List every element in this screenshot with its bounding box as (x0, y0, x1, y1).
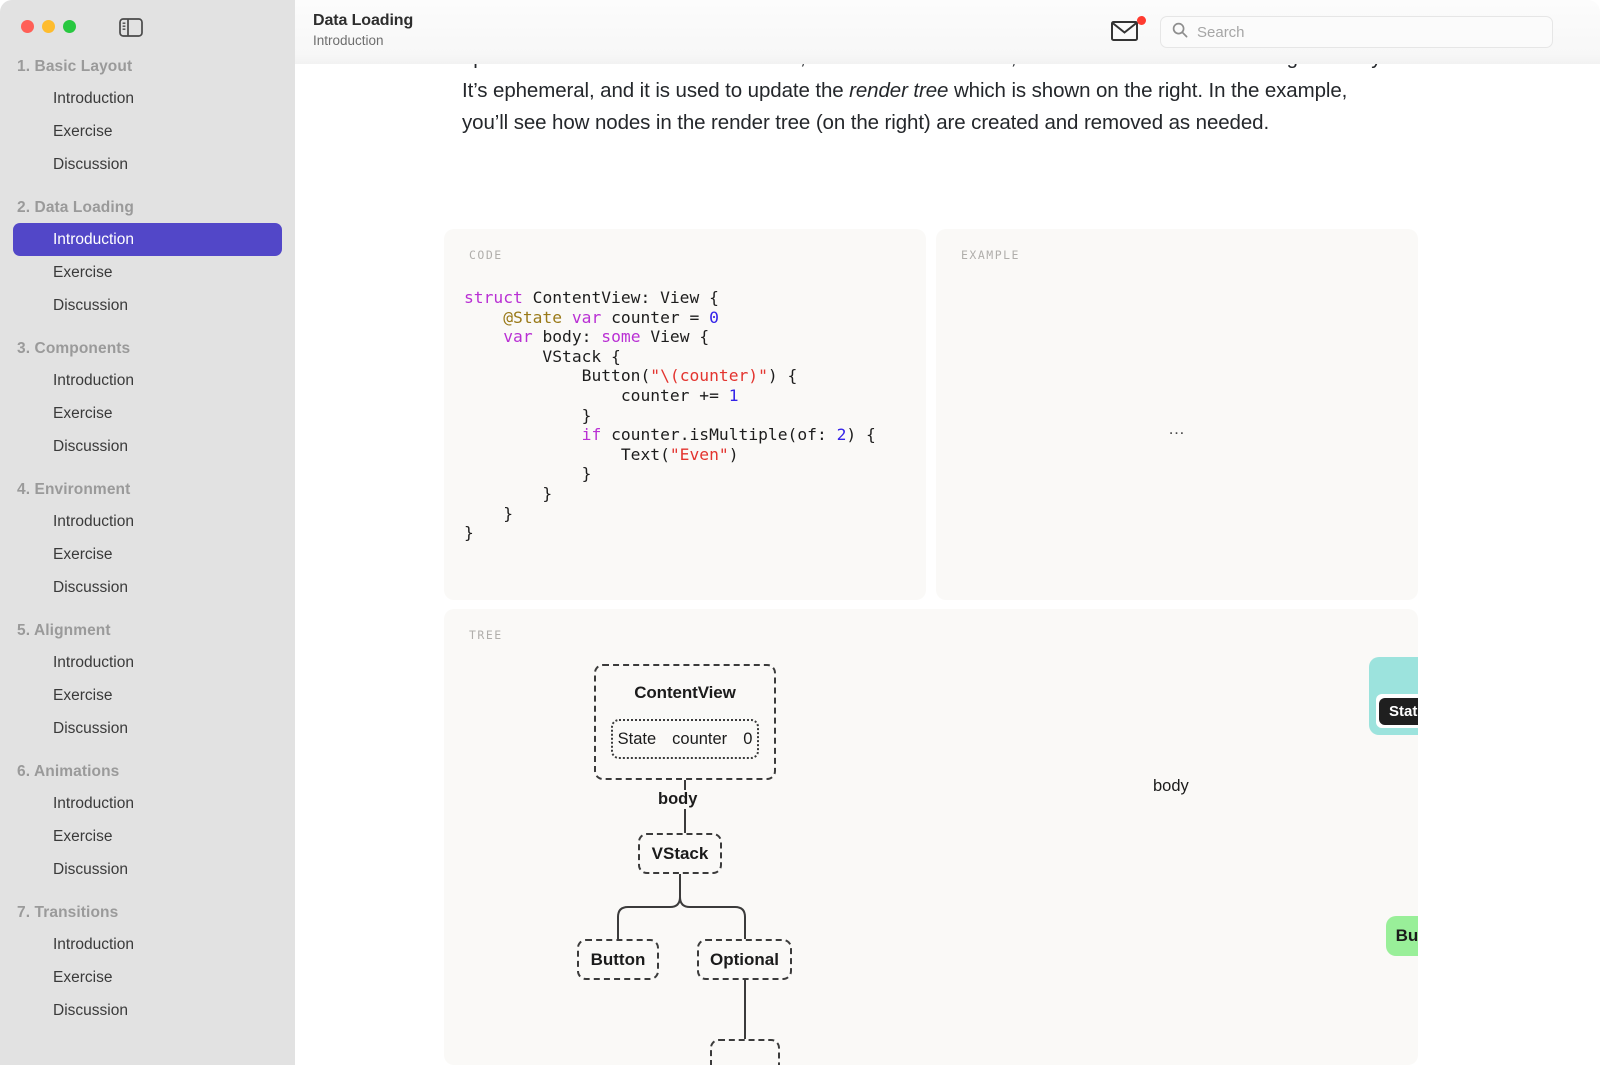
example-loading-placeholder: … (1168, 419, 1186, 438)
sidebar-item-discussion[interactable]: Discussion (13, 148, 282, 181)
view-tree-state-name: counter (672, 729, 728, 748)
sidebar-item-introduction[interactable]: Introduction (13, 928, 282, 961)
view-tree-state-pill: State counter 0 (611, 719, 759, 759)
prose-emphasis-render-tree: render tree (849, 78, 949, 102)
minimize-window-button[interactable] (42, 20, 55, 33)
sidebar-item-introduction[interactable]: Introduction (13, 646, 282, 679)
view-tree-partial-node[interactable] (710, 1039, 780, 1065)
view-tree-contentview-node[interactable]: ContentView State counter 0 (594, 664, 776, 780)
sidebar-item-discussion[interactable]: Discussion (13, 571, 282, 604)
view-tree-optional-node[interactable]: Optional (697, 939, 792, 980)
sidebar-toggle-icon[interactable] (119, 18, 143, 37)
sidebar-section-title: 6. Animations (17, 763, 120, 780)
code-token: 1 (728, 385, 739, 405)
traffic-lights (21, 20, 76, 33)
sidebar-section-title: 3. Components (17, 340, 131, 357)
code-token: "Even" (669, 444, 729, 464)
sidebar-item-exercise[interactable]: Exercise (13, 538, 282, 571)
sidebar-section-title: 1. Basic Layout (17, 58, 133, 75)
close-window-button[interactable] (21, 20, 34, 33)
code-panel: CODE struct ContentView: View { @State v… (444, 229, 926, 600)
render-tree-contentview-node[interactable]: ContentView State counter 0 (1369, 657, 1418, 735)
code-token: var (571, 307, 602, 327)
sidebar-item-exercise[interactable]: Exercise (13, 820, 282, 853)
content-area: updated in the render tree. On the left,… (295, 0, 1600, 1065)
sidebar-item-exercise[interactable]: Exercise (13, 961, 282, 994)
sidebar-section-title: 2. Data Loading (17, 199, 134, 216)
view-tree-body-edge-label: body (658, 790, 698, 808)
tree-panel: TREE ContentView State counter 0 body VS… (444, 609, 1418, 1065)
code-block: struct ContentView: View { @State var co… (464, 288, 876, 543)
view-tree-state-tag: State (617, 729, 657, 748)
sidebar-item-exercise[interactable]: Exercise (13, 397, 282, 430)
sidebar-item-discussion[interactable]: Discussion (13, 712, 282, 745)
view-tree-contentview-title: ContentView (634, 683, 736, 702)
code-token: var (503, 327, 533, 347)
tree-diagram: ContentView State counter 0 body VStack … (444, 609, 1418, 1065)
render-tree-state-tag: State (1379, 697, 1418, 725)
example-panel-label: EXAMPLE (961, 248, 1020, 262)
code-token: "\(counter)" (650, 366, 768, 386)
render-tree-body-edge-label: body (1153, 777, 1189, 795)
render-tree-state-pill: State counter 0 (1376, 694, 1418, 728)
code-token: 0 (709, 307, 719, 327)
search-input[interactable] (1197, 23, 1527, 41)
sidebar-item-introduction[interactable]: Introduction (13, 82, 282, 115)
header-title-block: Data Loading Introduction (313, 11, 413, 50)
code-token: 2 (836, 425, 847, 445)
tree-edges (617, 780, 746, 1039)
page-title: Data Loading (313, 12, 414, 29)
sidebar-section-title: 5. Alignment (17, 622, 111, 639)
sidebar-item-exercise[interactable]: Exercise (13, 115, 282, 148)
sidebar-item-introduction[interactable]: Introduction (13, 223, 282, 256)
code-token: if (581, 425, 602, 445)
sidebar-item-discussion[interactable]: Discussion (13, 430, 282, 463)
sidebar-item-discussion[interactable]: Discussion (13, 994, 282, 1027)
code-panel-label: CODE (469, 248, 503, 262)
example-panel: EXAMPLE … (936, 229, 1418, 600)
sidebar-item-introduction[interactable]: Introduction (13, 505, 282, 538)
sidebar-section-title: 7. Transitions (17, 904, 119, 921)
render-tree-button-node[interactable]: Button (1386, 916, 1418, 956)
mail-icon[interactable] (1111, 16, 1146, 46)
view-tree-state-value: 0 (743, 729, 753, 748)
sidebar-item-exercise[interactable]: Exercise (13, 679, 282, 712)
sidebar-nav: 1. Basic Layout Introduction Exercise Discu… (0, 58, 295, 1027)
code-token: some (601, 327, 641, 347)
sidebar-item-introduction[interactable]: Introduction (13, 364, 282, 397)
zoom-window-button[interactable] (63, 20, 76, 33)
sidebar-item-discussion[interactable]: Discussion (13, 853, 282, 886)
view-tree-button-node[interactable]: Button (577, 939, 659, 980)
mail-unread-badge (1137, 16, 1146, 25)
sidebar-section-title: 4. Environment (17, 481, 131, 498)
app-window: 1. Basic Layout Introduction Exercise Discu… (0, 0, 1600, 1065)
code-token: struct (464, 288, 523, 307)
view-tree-vstack-node[interactable]: VStack (638, 833, 722, 874)
sidebar-item-introduction[interactable]: Introduction (13, 787, 282, 820)
search-icon (1172, 22, 1188, 43)
search-box[interactable] (1160, 16, 1553, 48)
page-subtitle: Introduction (313, 33, 384, 48)
sidebar: 1. Basic Layout Introduction Exercise Discu… (0, 0, 295, 1065)
code-token: @State (503, 307, 563, 327)
sidebar-item-exercise[interactable]: Exercise (13, 256, 282, 289)
sidebar-item-discussion[interactable]: Discussion (13, 289, 282, 322)
header-bar: Data Loading Introduction (295, 0, 1600, 64)
